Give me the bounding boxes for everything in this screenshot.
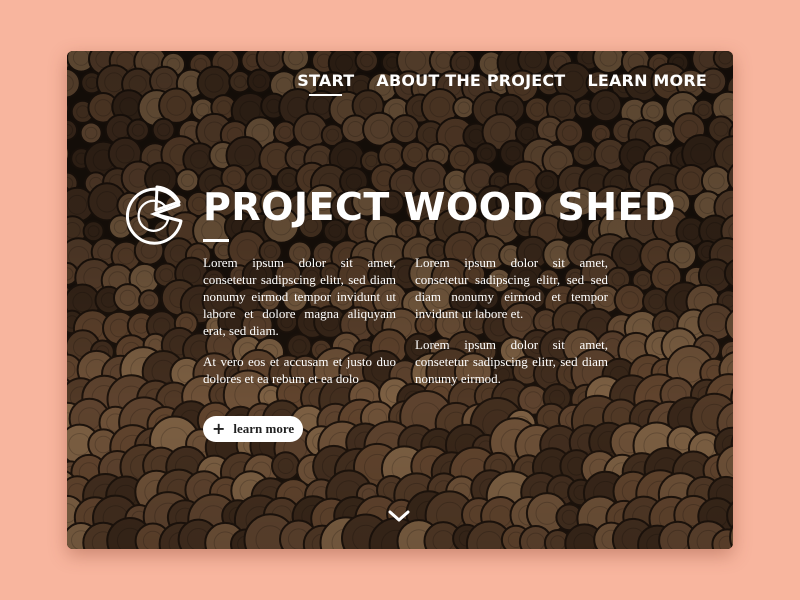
title-underline <box>203 239 229 242</box>
paragraph: Lorem ipsum dolor sit amet, consetetur s… <box>415 255 608 321</box>
nav-item-about-the-project[interactable]: About the Project <box>376 71 565 96</box>
text-column-right: Lorem ipsum dolor sit amet, consetetur s… <box>415 254 608 401</box>
plus-icon: + <box>212 419 226 438</box>
paragraph: Lorem ipsum dolor sit amet, consetetur s… <box>415 337 608 386</box>
top-nav: Start About the Project Learn More <box>297 71 707 96</box>
paragraph: Lorem ipsum dolor sit amet, consetetur s… <box>203 255 396 338</box>
paragraph: At vero eos et accusam et justo duo dolo… <box>203 354 396 386</box>
background-overlay <box>67 51 733 549</box>
chevron-down-icon[interactable] <box>388 509 410 523</box>
nav-item-start[interactable]: Start <box>297 71 354 96</box>
page-title: Project Wood Shed <box>203 185 677 229</box>
text-column-left: Lorem ipsum dolor sit amet, consetetur s… <box>203 254 396 401</box>
hero-card: Start About the Project Learn More Proje… <box>67 51 733 549</box>
learn-more-button[interactable]: + learn more <box>203 416 303 442</box>
pie-logo-icon <box>125 185 183 245</box>
learn-more-label: learn more <box>233 421 295 436</box>
nav-item-learn-more[interactable]: Learn More <box>587 71 707 96</box>
